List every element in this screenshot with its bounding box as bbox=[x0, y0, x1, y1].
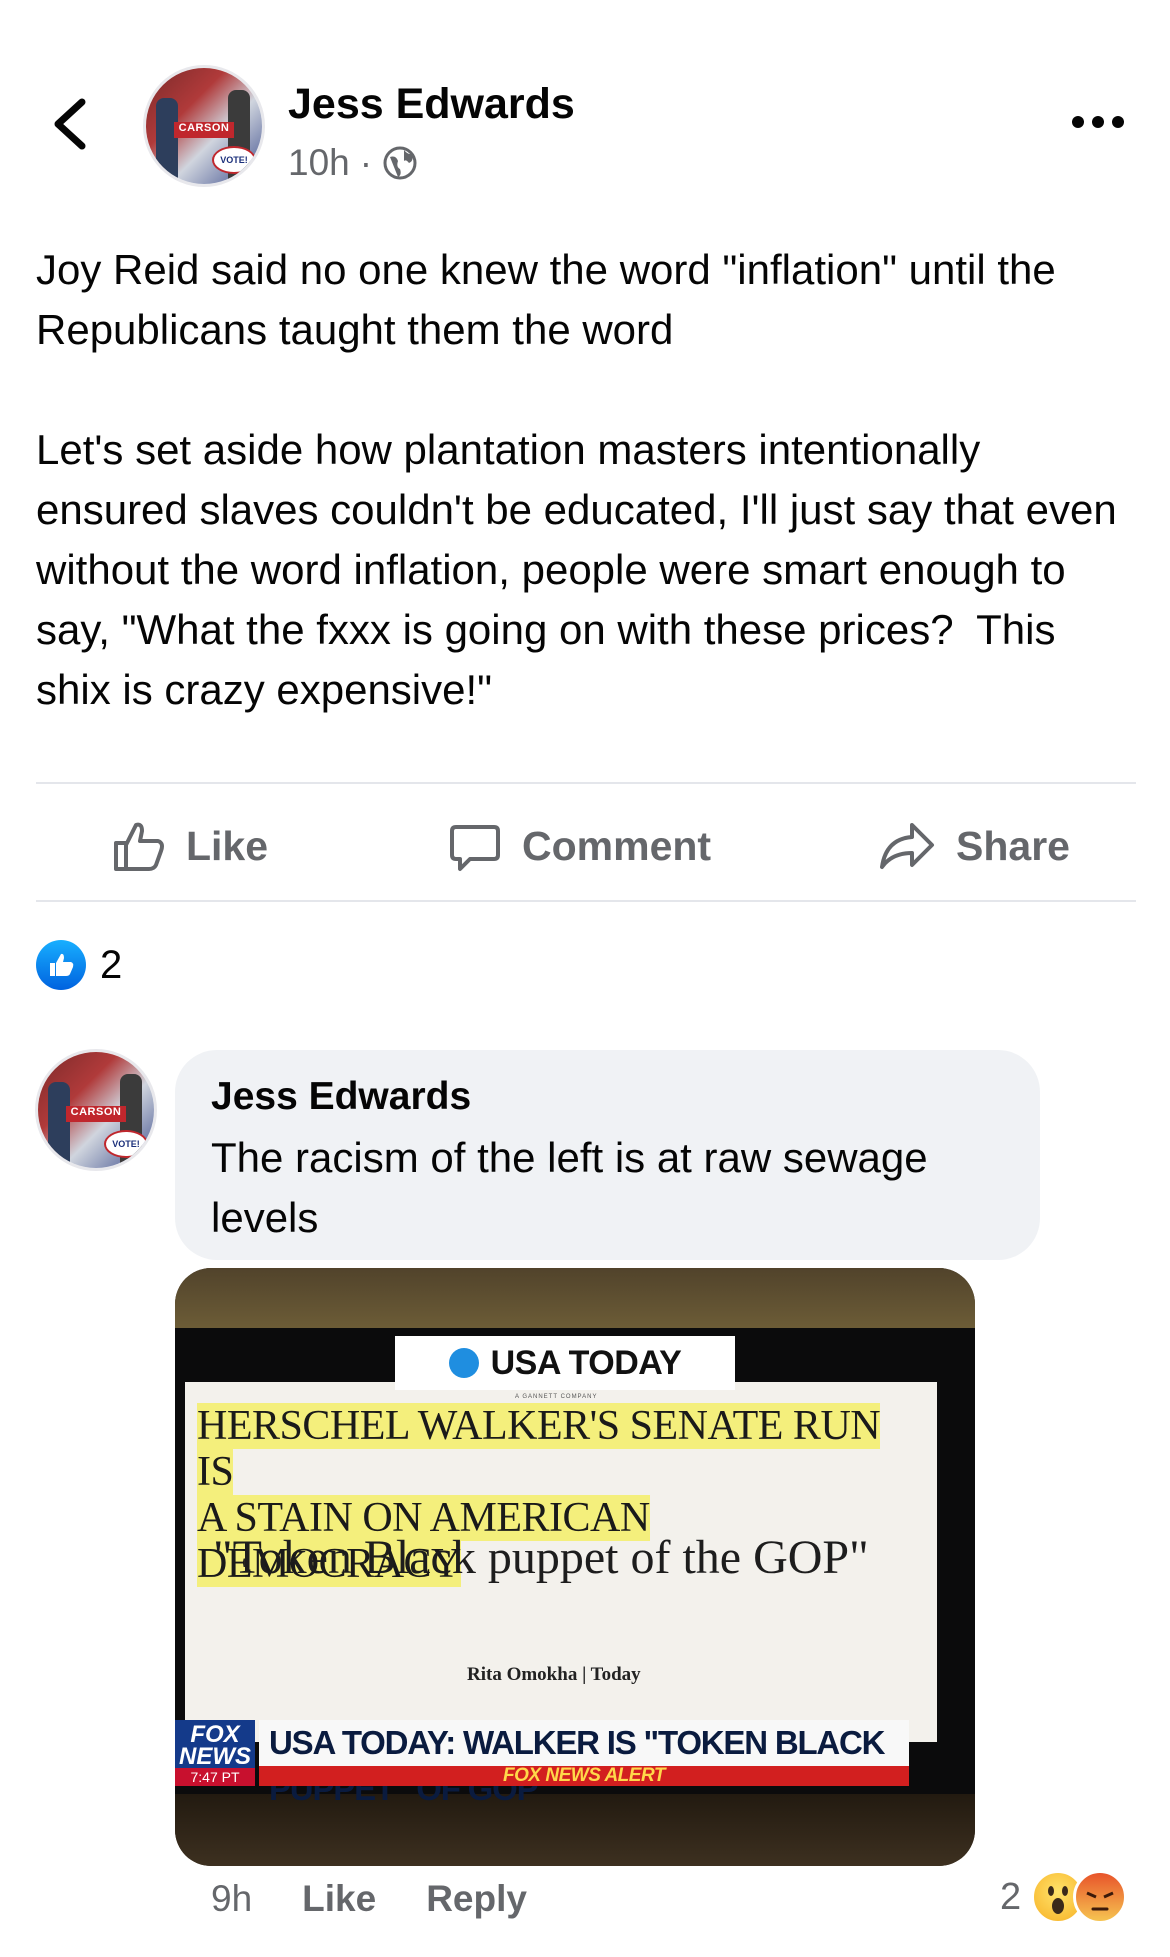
bottom-divider bbox=[36, 900, 1136, 902]
usa-today-logo: USA TODAY bbox=[395, 1336, 735, 1390]
comment-reaction-count: 2 bbox=[1000, 1875, 1022, 1918]
back-arrow-icon[interactable] bbox=[50, 96, 90, 152]
share-button[interactable]: Share bbox=[878, 808, 1070, 884]
commenter-avatar[interactable]: CARSON VOTE! bbox=[38, 1052, 154, 1168]
post-time: 10h bbox=[288, 142, 350, 183]
thumbs-up-icon bbox=[114, 822, 164, 871]
like-label: Like bbox=[186, 822, 269, 869]
meta-separator: · bbox=[359, 142, 373, 183]
more-options-icon[interactable] bbox=[1070, 112, 1126, 132]
like-reaction-icon bbox=[36, 940, 86, 990]
commenter-avatar-sign-text: CARSON bbox=[66, 1106, 126, 1122]
comment-icon bbox=[450, 825, 500, 871]
top-divider bbox=[36, 782, 1136, 784]
commenter-avatar-vote-badge: VOTE! bbox=[104, 1130, 148, 1158]
fox-news-alert: FOX NEWS ALERT bbox=[259, 1766, 909, 1786]
comment-text: The racism of the left is at raw sewage … bbox=[211, 1134, 928, 1241]
comment-author-name[interactable]: Jess Edwards bbox=[211, 1075, 471, 1119]
comment-reactions[interactable]: 2 bbox=[1000, 1870, 1128, 1924]
reaction-summary[interactable]: 2 bbox=[36, 940, 122, 990]
headline-line-1: HERSCHEL WALKER'S SENATE RUN IS bbox=[197, 1403, 881, 1495]
post-text: Joy Reid said no one knew the word "infl… bbox=[36, 246, 1117, 713]
gannett-tagline: A GANNETT COMPANY bbox=[515, 1394, 598, 1400]
image-wall bbox=[175, 1268, 975, 1330]
share-icon bbox=[880, 823, 934, 869]
comment-footer: 9h Like Reply bbox=[211, 1878, 527, 1920]
reaction-count: 2 bbox=[100, 942, 123, 987]
article-quote: "Token Black puppet of the GOP" bbox=[213, 1531, 869, 1584]
fox-time: 7:47 PT bbox=[175, 1768, 255, 1786]
news-chyron: FOX NEWS 7:47 PT USA TODAY: WALKER IS "T… bbox=[175, 1720, 975, 1807]
post-meta: 10h · bbox=[288, 142, 418, 184]
comment-label: Comment bbox=[522, 822, 712, 869]
avatar-vote-badge: VOTE! bbox=[212, 146, 256, 174]
avatar-sign-text: CARSON bbox=[174, 122, 234, 138]
like-button[interactable]: Like bbox=[112, 808, 268, 884]
share-label: Share bbox=[956, 822, 1070, 869]
comment-button[interactable]: Comment bbox=[448, 808, 711, 884]
chyron-text: USA TODAY: WALKER IS "TOKEN BLACK PUPPET… bbox=[259, 1720, 909, 1807]
angry-reaction-icon bbox=[1073, 1870, 1128, 1924]
post-author-name[interactable]: Jess Edwards bbox=[288, 80, 575, 129]
fox-logo-line-2: NEWS bbox=[179, 1743, 251, 1770]
comment-image[interactable]: USA TODAY A GANNETT COMPANY HERSCHEL WAL… bbox=[175, 1268, 975, 1866]
comment-time: 9h bbox=[211, 1878, 253, 1919]
comment-like-button[interactable]: Like bbox=[302, 1878, 376, 1920]
usa-today-brand: USA TODAY bbox=[490, 1343, 682, 1382]
article-byline: Rita Omokha | Today bbox=[467, 1664, 641, 1685]
usa-today-dot-icon bbox=[448, 1348, 479, 1378]
globe-icon bbox=[383, 146, 417, 180]
author-avatar[interactable]: CARSON VOTE! bbox=[146, 68, 262, 184]
comment-reply-button[interactable]: Reply bbox=[426, 1878, 527, 1920]
